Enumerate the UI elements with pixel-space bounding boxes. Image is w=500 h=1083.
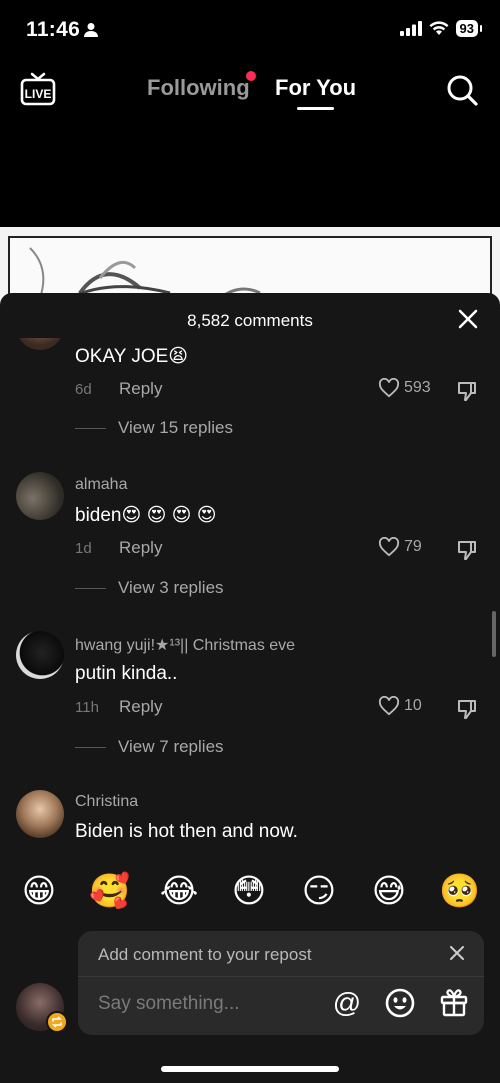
close-icon[interactable]: [458, 309, 478, 329]
comments-sheet: 8,582 comments OKAY JOE😫 6d Reply 593 Vi…: [0, 293, 500, 1083]
tab-following[interactable]: Following: [147, 75, 250, 101]
comment-item: Christina Biden is hot then and now.: [0, 786, 500, 856]
comment-time: 6d: [75, 381, 92, 398]
emoji-flushed-button[interactable]: 😳: [229, 871, 269, 911]
replies-divider: [75, 587, 106, 589]
emoji-sweat-smile-button[interactable]: 😅: [369, 871, 409, 911]
avatar[interactable]: [16, 631, 64, 679]
view-replies-label: View 15 replies: [118, 418, 233, 437]
close-icon[interactable]: [450, 946, 464, 960]
comment-text: putin kinda..: [75, 663, 177, 685]
dislike-icon[interactable]: [456, 380, 478, 402]
reply-button[interactable]: Reply: [119, 697, 162, 717]
reply-button[interactable]: Reply: [119, 538, 162, 558]
status-bar: 11:46 93: [0, 0, 500, 58]
comment-text: Biden is hot then and now.: [75, 821, 298, 843]
emoji-hearts-button[interactable]: 🥰: [89, 871, 130, 911]
view-replies-button[interactable]: View 7 replies: [75, 737, 224, 757]
live-icon-label: LIVE: [25, 87, 52, 101]
wifi-icon: [429, 21, 449, 35]
quick-emoji-bar: 😁 🥰 😂 😳 😏 😅 🥺: [0, 861, 500, 921]
replies-divider: [75, 746, 106, 748]
comment-time: 1d: [75, 540, 92, 557]
comment-input[interactable]: [98, 993, 318, 1015]
view-replies-button[interactable]: View 3 replies: [75, 578, 224, 598]
comment-text-body: biden: [75, 505, 122, 526]
emoji-icon[interactable]: [384, 987, 416, 1019]
comment-username[interactable]: Christina: [75, 793, 138, 811]
comments-count: 8,582 comments: [187, 311, 313, 330]
comment-text: OKAY JOE😫: [75, 345, 188, 368]
like-button[interactable]: 593: [378, 378, 431, 398]
emoji-smirk-button[interactable]: 😏: [299, 871, 339, 911]
like-button[interactable]: 10: [378, 696, 422, 716]
gift-icon[interactable]: [438, 986, 470, 1018]
comment-item: almaha biden😍 😍 😍 😍 1d Reply 79 View 3 r…: [0, 468, 500, 628]
comment-text-body: putin kinda..: [75, 663, 178, 684]
repost-label: Add comment to your repost: [98, 945, 312, 964]
comment-item: hwang yuji!★¹³|| Christmas eve putin kin…: [0, 627, 500, 787]
mention-symbol: @: [333, 987, 361, 1018]
signal-icon: [399, 21, 422, 36]
avatar[interactable]: [16, 472, 64, 520]
avatar[interactable]: [16, 338, 64, 350]
like-count: 593: [404, 379, 431, 396]
comment-time: 11h: [75, 699, 99, 716]
avatar[interactable]: [16, 790, 64, 838]
search-icon[interactable]: [446, 74, 478, 106]
comment-text: biden😍 😍 😍 😍: [75, 504, 217, 527]
live-icon[interactable]: LIVE: [20, 72, 56, 106]
view-replies-label: View 7 replies: [118, 737, 224, 756]
heart-icon: [378, 378, 400, 398]
comment-text-body: OKAY JOE: [75, 346, 169, 367]
comment-username[interactable]: almaha: [75, 476, 127, 494]
tab-for-you[interactable]: For You: [275, 75, 356, 101]
heart-icon: [378, 696, 400, 716]
view-replies-button[interactable]: View 15 replies: [75, 418, 233, 438]
repost-badge: [46, 1011, 68, 1033]
scrollbar[interactable]: [492, 611, 496, 657]
emoji-laugh-button[interactable]: 😂: [159, 871, 199, 911]
view-replies-label: View 3 replies: [118, 578, 224, 597]
repost-icon: [52, 1016, 62, 1028]
replies-divider: [75, 427, 106, 429]
repost-comment-bar: Add comment to your repost: [78, 931, 484, 977]
status-icons: 93: [399, 20, 483, 37]
person-icon: [84, 23, 98, 37]
emoji-grin-button[interactable]: 😁: [19, 871, 59, 911]
like-count: 10: [404, 697, 422, 714]
comment-emoji: 😍 😍 😍 😍: [121, 505, 217, 526]
like-button[interactable]: 79: [378, 537, 422, 557]
heart-icon: [378, 537, 400, 557]
active-tab-indicator: [297, 107, 334, 110]
notification-dot: [246, 71, 256, 81]
comment-username[interactable]: hwang yuji!★¹³|| Christmas eve: [75, 635, 295, 655]
dislike-icon[interactable]: [456, 698, 478, 720]
status-time: 11:46: [26, 18, 81, 41]
comment-item: OKAY JOE😫 6d Reply 593 View 15 replies: [0, 338, 500, 468]
comment-text-body: Biden is hot then and now.: [75, 821, 298, 842]
home-indicator[interactable]: [161, 1066, 339, 1072]
mention-icon[interactable]: @: [331, 987, 363, 1019]
top-nav: LIVE Following For You: [0, 62, 500, 118]
battery-indicator: 93: [455, 20, 483, 37]
comment-emoji: 😫: [168, 346, 189, 367]
dislike-icon[interactable]: [456, 539, 478, 561]
like-count: 79: [404, 538, 422, 555]
reply-button[interactable]: Reply: [119, 379, 162, 399]
emoji-pleading-button[interactable]: 🥺: [439, 871, 480, 911]
comment-composer: Add comment to your repost @: [78, 931, 484, 1035]
comment-list[interactable]: OKAY JOE😫 6d Reply 593 View 15 replies a…: [0, 338, 500, 856]
